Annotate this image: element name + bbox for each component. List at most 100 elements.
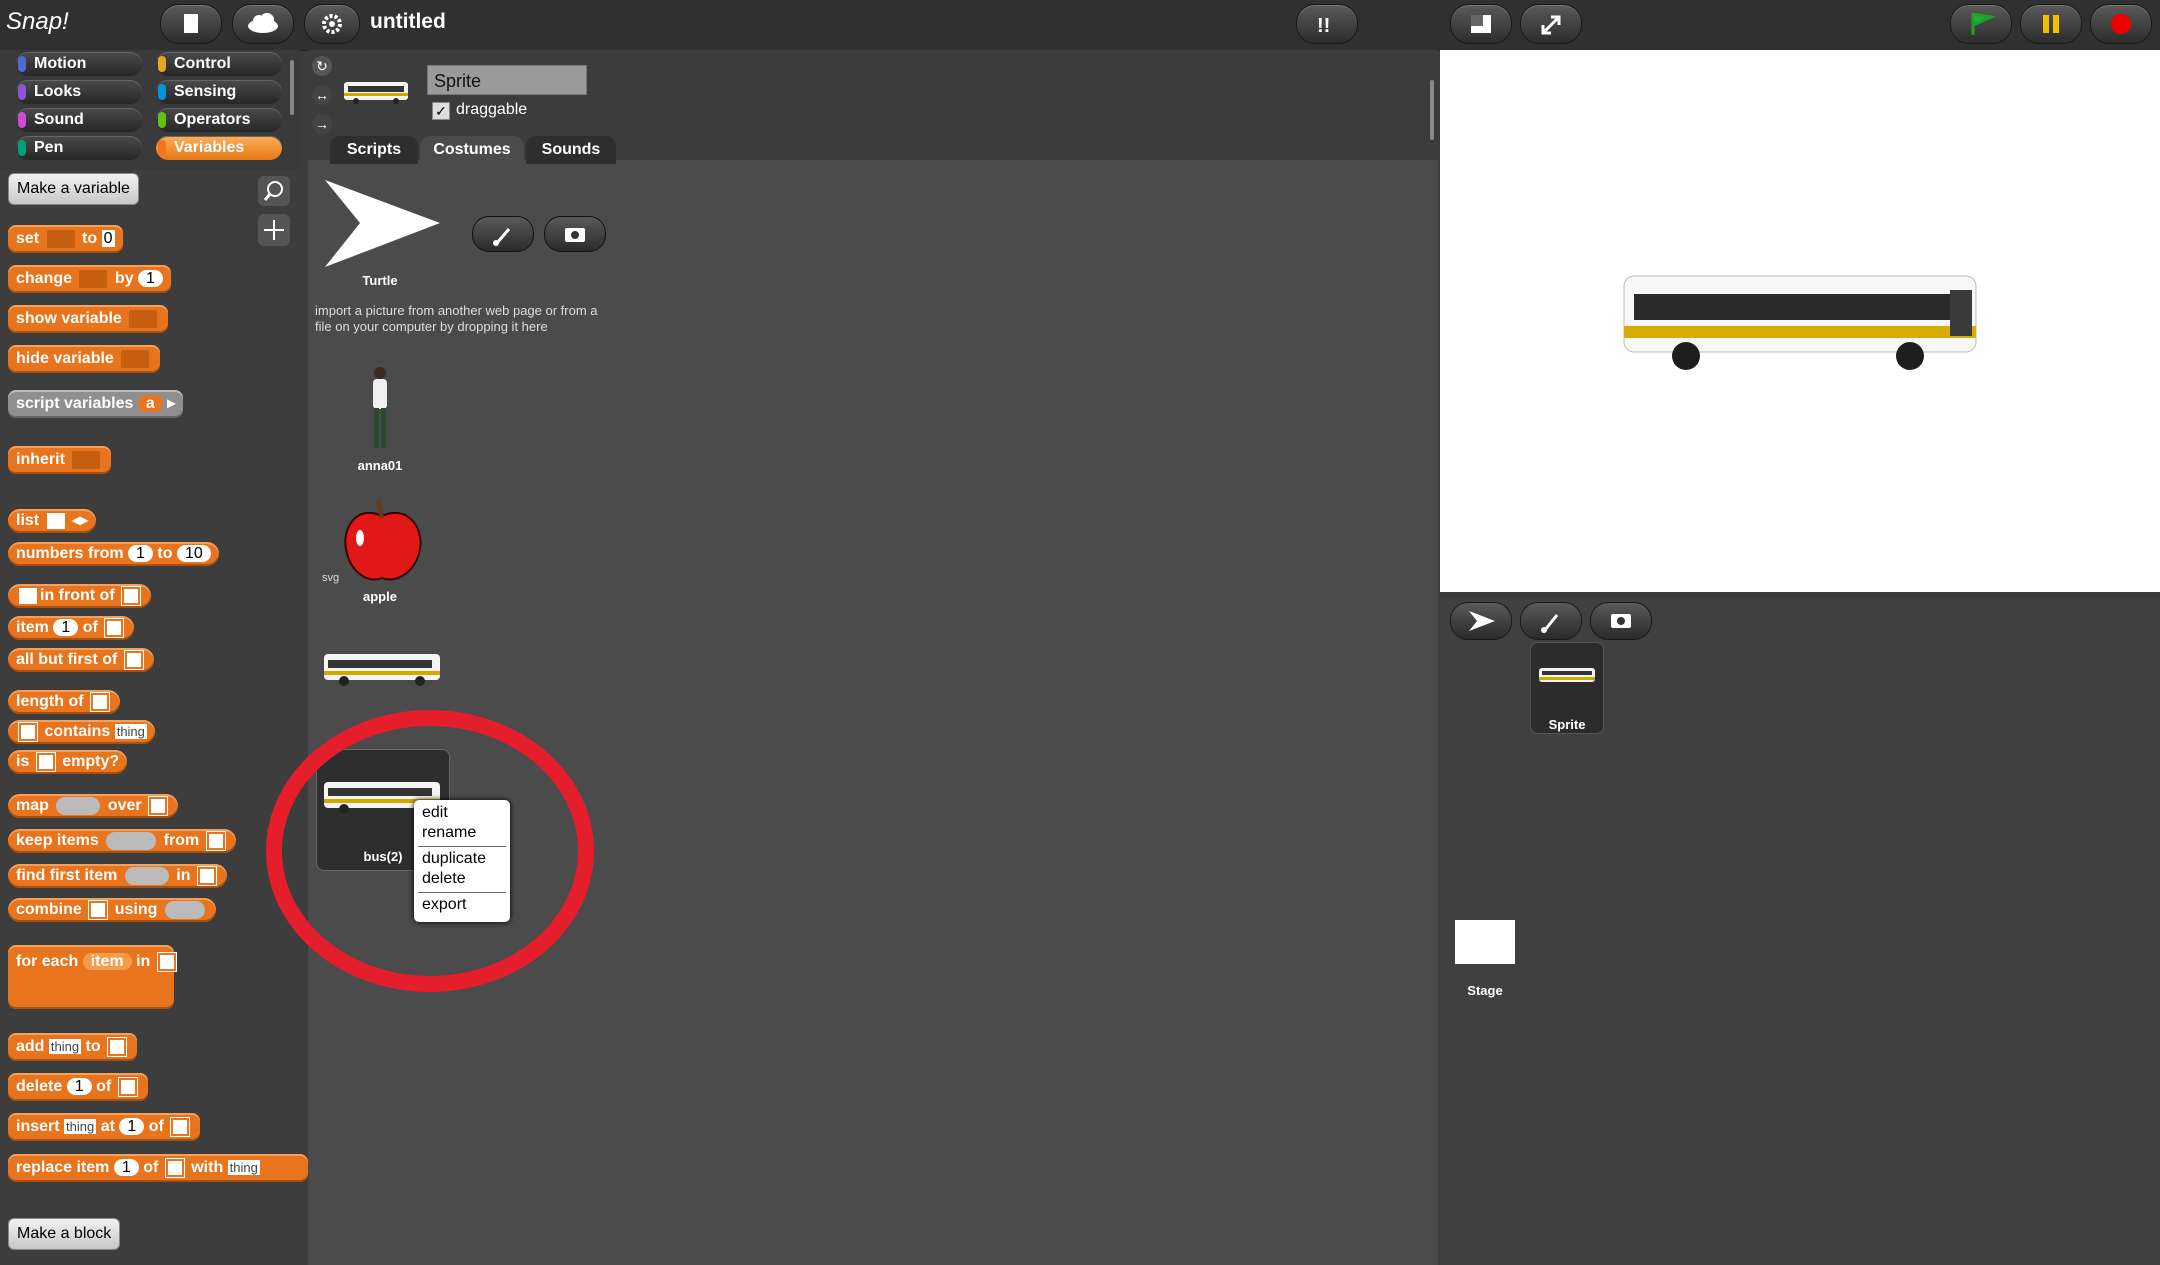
looks-swatch: [18, 84, 26, 100]
list-block[interactable]: list ◂▸: [8, 509, 97, 533]
make-block-button[interactable]: Make a block: [8, 1218, 121, 1250]
green-flag-icon: [1971, 12, 1997, 35]
insert-block[interactable]: insert thing at 1 of: [8, 1113, 201, 1141]
search-icon: [263, 181, 283, 201]
palette-scrollbar[interactable]: [290, 60, 294, 115]
search-blocks-button[interactable]: [258, 176, 290, 206]
svg-text:!!: !!: [1317, 15, 1330, 37]
presentation-mode-button[interactable]: [1520, 4, 1582, 44]
unused-blocks-button[interactable]: !!: [1296, 4, 1358, 44]
category-operators[interactable]: Operators: [156, 108, 282, 132]
add-block[interactable]: add thing to: [8, 1033, 138, 1061]
category-sound[interactable]: Sound: [16, 108, 142, 132]
category-pen[interactable]: Pen: [16, 136, 142, 160]
contains-block[interactable]: contains thing: [8, 720, 155, 744]
stage-label: Stage: [1467, 983, 1503, 998]
stage-thumbnail[interactable]: [1455, 920, 1515, 964]
show-variable-block[interactable]: show variable: [8, 305, 169, 333]
category-label: Sensing: [174, 83, 237, 100]
delete-block[interactable]: delete 1 of: [8, 1073, 148, 1101]
costume-bus-thumbnail[interactable]: [322, 650, 444, 688]
turtle-icon[interactable]: [320, 175, 445, 270]
sprite-thumbnail: [344, 82, 408, 104]
for-each-block[interactable]: for each item in: [8, 945, 177, 1009]
settings-button[interactable]: [304, 4, 360, 44]
stop-button[interactable]: [2090, 4, 2152, 44]
bus-sprite-on-stage[interactable]: [1620, 266, 1980, 374]
highlight-circle: [266, 710, 594, 992]
sensing-swatch: [158, 84, 166, 100]
category-label: Sound: [34, 111, 84, 128]
category-selector: Motion Control Looks Sensing Sound Opera…: [0, 50, 300, 170]
set-block[interactable]: set to 0: [8, 225, 123, 253]
keep-items-block[interactable]: keep items from: [8, 829, 236, 853]
tab-costumes[interactable]: Costumes: [420, 136, 524, 164]
script-variables-block[interactable]: script variables a ▸: [8, 390, 184, 418]
file-menu-button[interactable]: [160, 4, 222, 44]
control-swatch: [158, 56, 166, 72]
all-but-first-block[interactable]: all but first of: [8, 648, 154, 672]
is-empty-block[interactable]: is empty?: [8, 750, 128, 774]
corral-sprite-tile[interactable]: Sprite: [1530, 642, 1604, 734]
stage-size-button[interactable]: [1450, 4, 1512, 44]
file-icon: [184, 14, 198, 33]
camera-icon: [565, 228, 585, 242]
in-front-of-block[interactable]: in front of: [8, 584, 152, 608]
sprite-name-field[interactable]: Sprite: [427, 65, 587, 95]
logo-text: Snap!: [6, 8, 69, 35]
combine-block[interactable]: combine using: [8, 898, 216, 922]
category-variables[interactable]: Variables: [156, 136, 282, 160]
operators-swatch: [158, 112, 166, 128]
make-variable-button[interactable]: Make a variable: [8, 173, 139, 205]
plus-icon: [264, 220, 284, 240]
normal-stage-icon: [1471, 15, 1491, 33]
pause-button[interactable]: [2020, 4, 2082, 44]
draggable-label: draggable: [456, 101, 528, 118]
item-of-block[interactable]: item 1 of: [8, 616, 135, 640]
hide-variable-block[interactable]: hide variable: [8, 345, 161, 373]
fullscreen-icon: [1541, 15, 1561, 35]
camera-sprite-button[interactable]: [1590, 602, 1652, 640]
footprints-icon: !!: [1317, 15, 1330, 37]
add-block-button[interactable]: [258, 214, 290, 246]
stage[interactable]: [1440, 50, 2160, 592]
draggable-checkbox[interactable]: ✓: [432, 102, 450, 120]
length-of-block[interactable]: length of: [8, 690, 120, 714]
rotation-style-flip[interactable]: ↔: [312, 85, 332, 105]
inherit-block[interactable]: inherit: [8, 446, 112, 474]
snap-logo[interactable]: Snap!: [6, 8, 76, 40]
change-block[interactable]: change by 1: [8, 265, 171, 293]
variables-swatch: [158, 140, 166, 156]
cloud-icon: [248, 13, 278, 33]
category-label: Variables: [174, 139, 245, 156]
camera-costume-button[interactable]: [544, 216, 606, 252]
motion-swatch: [18, 56, 26, 72]
costumes-scrollbar[interactable]: [1430, 80, 1434, 140]
costume-apple-thumbnail[interactable]: [336, 494, 428, 586]
corral-sprite-label: Sprite: [1548, 717, 1586, 732]
paint-new-sprite-button[interactable]: [1520, 602, 1582, 640]
cloud-button[interactable]: [232, 4, 294, 44]
category-label: Motion: [34, 55, 87, 72]
rotation-style-rotate[interactable]: ↻: [312, 56, 332, 76]
green-flag-button[interactable]: [1950, 4, 2012, 44]
pen-swatch: [18, 140, 26, 156]
category-label: Control: [174, 55, 231, 72]
sprite-thumbnail: [1539, 668, 1595, 682]
category-label: Operators: [174, 111, 251, 128]
costume-label: anna01: [357, 458, 403, 473]
add-turtle-sprite-button[interactable]: [1450, 602, 1512, 640]
tab-sounds[interactable]: Sounds: [526, 136, 616, 164]
replace-item-block[interactable]: replace item 1 of with thing: [8, 1154, 308, 1182]
costume-anna01-thumbnail[interactable]: [360, 364, 400, 454]
tab-scripts[interactable]: Scripts: [330, 136, 418, 164]
paint-new-costume-button[interactable]: [472, 216, 534, 252]
category-looks[interactable]: Looks: [16, 80, 142, 104]
category-motion[interactable]: Motion: [16, 52, 142, 76]
numbers-from-block[interactable]: numbers from 1 to 10: [8, 542, 219, 566]
rotation-style-none[interactable]: →: [312, 114, 332, 134]
category-sensing[interactable]: Sensing: [156, 80, 282, 104]
map-block[interactable]: map over: [8, 794, 179, 818]
category-control[interactable]: Control: [156, 52, 282, 76]
find-first-item-block[interactable]: find first item in: [8, 864, 227, 888]
